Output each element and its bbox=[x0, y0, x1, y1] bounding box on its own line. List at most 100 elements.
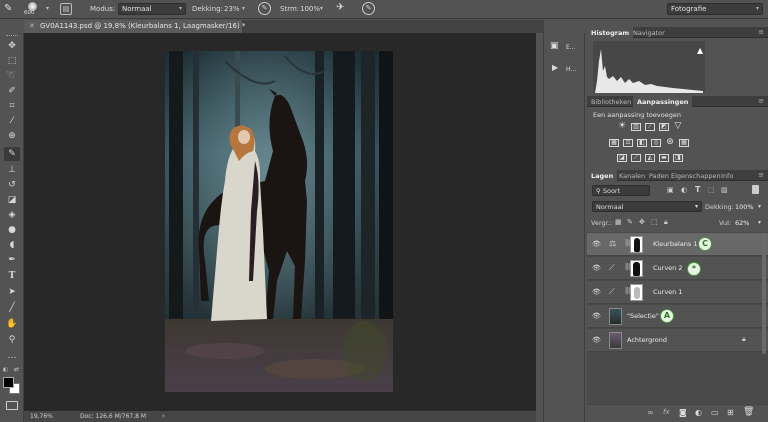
add-mask-icon[interactable]: ◙ bbox=[679, 408, 687, 417]
tab-navigator[interactable]: Navigator bbox=[629, 27, 669, 38]
channel-mixer-icon[interactable]: ⊛ bbox=[665, 138, 675, 147]
tab-info[interactable]: Info bbox=[717, 170, 737, 181]
filter-pixel-icon[interactable]: ▣ bbox=[667, 186, 674, 194]
selective-color-icon[interactable]: ◨ bbox=[673, 154, 683, 162]
paint-bucket-tool-icon[interactable]: ◈ bbox=[4, 208, 20, 222]
more-tools-icon[interactable]: … bbox=[4, 349, 20, 363]
layer-name[interactable]: Achtergrond bbox=[627, 336, 667, 344]
visibility-eye-icon[interactable]: 👁︎ bbox=[592, 288, 602, 296]
zoom-tool-icon[interactable]: ⚲ bbox=[4, 333, 20, 347]
lock-position-icon[interactable]: ✥ bbox=[639, 218, 645, 226]
quick-mask-icon[interactable] bbox=[6, 401, 18, 410]
filter-shape-icon[interactable]: ⬚ bbox=[708, 186, 715, 194]
threshold-icon[interactable]: ◭ bbox=[645, 154, 655, 162]
filter-smart-object-icon[interactable]: ▨ bbox=[721, 186, 728, 194]
brush-tool-icon[interactable]: ✎ bbox=[4, 3, 12, 14]
lasso-tool-icon[interactable]: ➰ bbox=[4, 69, 20, 83]
layer-row-selectie[interactable]: 👁︎ "Selectie" bbox=[587, 305, 768, 328]
blur-tool-icon[interactable]: ● bbox=[4, 223, 20, 237]
vibrance-icon[interactable]: ▽ bbox=[673, 122, 683, 131]
layer-name[interactable]: Kleurbalans 1 bbox=[653, 240, 697, 248]
visibility-eye-icon[interactable]: 👁︎ bbox=[592, 264, 602, 272]
new-group-icon[interactable]: ▭ bbox=[711, 408, 719, 417]
color-balance-icon[interactable]: ⚖ bbox=[623, 139, 633, 147]
workspace-select[interactable]: Fotografie ▾ bbox=[667, 3, 763, 15]
layer-name[interactable]: Curven 2 bbox=[653, 264, 683, 272]
layer-style-fx-icon[interactable]: fx bbox=[663, 408, 670, 416]
delete-layer-icon[interactable]: 🗑︎ bbox=[743, 407, 754, 417]
curves-icon[interactable]: ⟋ bbox=[645, 123, 655, 131]
fill-value[interactable]: 62% bbox=[735, 219, 749, 227]
chevron-down-icon[interactable]: ▾ bbox=[758, 203, 761, 210]
filter-type-icon[interactable]: T bbox=[695, 185, 700, 194]
lock-artboard-icon[interactable]: ⬚ bbox=[651, 218, 658, 226]
layer-name[interactable]: "Selectie" bbox=[627, 312, 659, 320]
filter-toggle-icon[interactable] bbox=[752, 185, 759, 194]
new-adjustment-icon[interactable]: ◐ bbox=[695, 408, 702, 417]
pen-tool-icon[interactable]: ✒ bbox=[4, 253, 20, 267]
default-colors-icon[interactable]: ◧ bbox=[3, 367, 8, 373]
brush-preset-picker[interactable]: 600 bbox=[22, 1, 44, 18]
document-image[interactable] bbox=[165, 51, 393, 392]
strip-item-1[interactable]: ▣ E... bbox=[548, 39, 582, 55]
layer-row-curven-1[interactable]: 👁︎ ⟋ ⛓︎ Curven 1 bbox=[587, 281, 768, 304]
chevron-down-icon[interactable]: ▾ bbox=[320, 5, 323, 12]
layer-mask-thumbnail[interactable] bbox=[630, 260, 643, 277]
pressure-size-icon[interactable]: ✎ bbox=[362, 2, 375, 15]
toolbar-grip[interactable] bbox=[6, 35, 18, 37]
color-lookup-icon[interactable]: ▦ bbox=[679, 139, 689, 147]
canvas-area[interactable] bbox=[24, 33, 536, 411]
eyedropper-tool-icon[interactable]: ⁄ bbox=[4, 114, 20, 128]
opacity-value[interactable]: 23% bbox=[224, 5, 240, 13]
type-tool-icon[interactable]: T bbox=[4, 269, 20, 283]
lock-pixels-icon[interactable]: ✎ bbox=[627, 218, 633, 226]
marquee-tool-icon[interactable]: ⬚ bbox=[4, 54, 20, 68]
tab-adjustments[interactable]: Aanpassingen bbox=[633, 96, 693, 107]
layer-thumbnail[interactable] bbox=[609, 308, 622, 325]
close-icon[interactable]: ✕ bbox=[29, 22, 35, 30]
quick-select-tool-icon[interactable]: ✐ bbox=[4, 84, 20, 98]
lock-transparency-icon[interactable]: ▦ bbox=[615, 218, 622, 226]
pressure-opacity-icon[interactable]: ✎ bbox=[258, 2, 271, 15]
chevron-down-icon[interactable]: ▾ bbox=[46, 5, 49, 12]
cache-warning-icon[interactable]: ▲ bbox=[697, 46, 704, 55]
eraser-tool-icon[interactable]: ◪ bbox=[4, 193, 20, 207]
brush-panel-toggle-icon[interactable]: ▤ bbox=[60, 3, 72, 15]
chevron-down-icon[interactable]: ▾ bbox=[242, 5, 245, 12]
levels-icon[interactable]: ▥ bbox=[631, 123, 641, 131]
posterize-icon[interactable]: ⟋ bbox=[631, 154, 641, 162]
tab-layers[interactable]: Lagen bbox=[587, 170, 618, 181]
layer-row-curven-2[interactable]: 👁︎ ⟋ ⛓︎ Curven 2 bbox=[587, 257, 768, 280]
layer-mask-thumbnail[interactable] bbox=[630, 236, 643, 253]
exposure-icon[interactable]: ◩ bbox=[659, 123, 669, 131]
panel-menu-icon[interactable]: ≡ bbox=[758, 97, 764, 105]
visibility-eye-icon[interactable]: 👁︎ bbox=[592, 312, 602, 320]
layer-row-kleurbalans[interactable]: 👁︎ ⚖ ⛓︎ Kleurbalans 1 bbox=[587, 233, 768, 256]
layer-thumbnail[interactable] bbox=[609, 332, 622, 349]
lock-all-icon[interactable]: 🔒︎ bbox=[664, 218, 668, 227]
link-layers-icon[interactable]: ∞ bbox=[647, 408, 654, 417]
document-tab[interactable]: ✕ GV0A1143.psd @ 19,8% (Kleurbalans 1, L… bbox=[24, 20, 245, 33]
crop-tool-icon[interactable]: ⌗ bbox=[4, 99, 20, 113]
path-select-tool-icon[interactable]: ➤ bbox=[4, 285, 20, 299]
hand-tool-icon[interactable]: ✋ bbox=[4, 317, 20, 331]
swap-colors-icon[interactable]: ⇄ bbox=[14, 366, 19, 373]
layer-opacity-value[interactable]: 100% bbox=[735, 203, 754, 211]
layer-filter-kind[interactable]: ⚲ Soort bbox=[592, 185, 650, 196]
invert-icon[interactable]: ◪ bbox=[617, 154, 627, 162]
airbrush-icon[interactable]: ✈ bbox=[336, 2, 344, 13]
filter-adjustment-icon[interactable]: ◐ bbox=[681, 186, 687, 194]
history-brush-tool-icon[interactable]: ↺ bbox=[4, 178, 20, 192]
healing-brush-tool-icon[interactable]: ⊕ bbox=[4, 129, 20, 143]
tab-histogram[interactable]: Histogram bbox=[587, 27, 634, 38]
hue-saturation-icon[interactable]: ▦ bbox=[609, 139, 619, 147]
tab-libraries[interactable]: Bibliotheken bbox=[587, 96, 635, 107]
flow-value[interactable]: 100% bbox=[300, 5, 320, 13]
visibility-eye-icon[interactable]: 👁︎ bbox=[592, 240, 602, 248]
strip-item-2[interactable]: ▶ H... bbox=[548, 61, 582, 77]
clone-stamp-tool-icon[interactable]: ⊥ bbox=[4, 163, 20, 177]
layer-row-achtergrond[interactable]: 👁︎ Achtergrond 🔒︎ bbox=[587, 329, 768, 352]
brush-tool-icon[interactable]: ✎ bbox=[4, 147, 20, 161]
brightness-contrast-icon[interactable]: ☀ bbox=[617, 122, 627, 131]
zoom-level[interactable]: 19,76% bbox=[30, 413, 53, 420]
